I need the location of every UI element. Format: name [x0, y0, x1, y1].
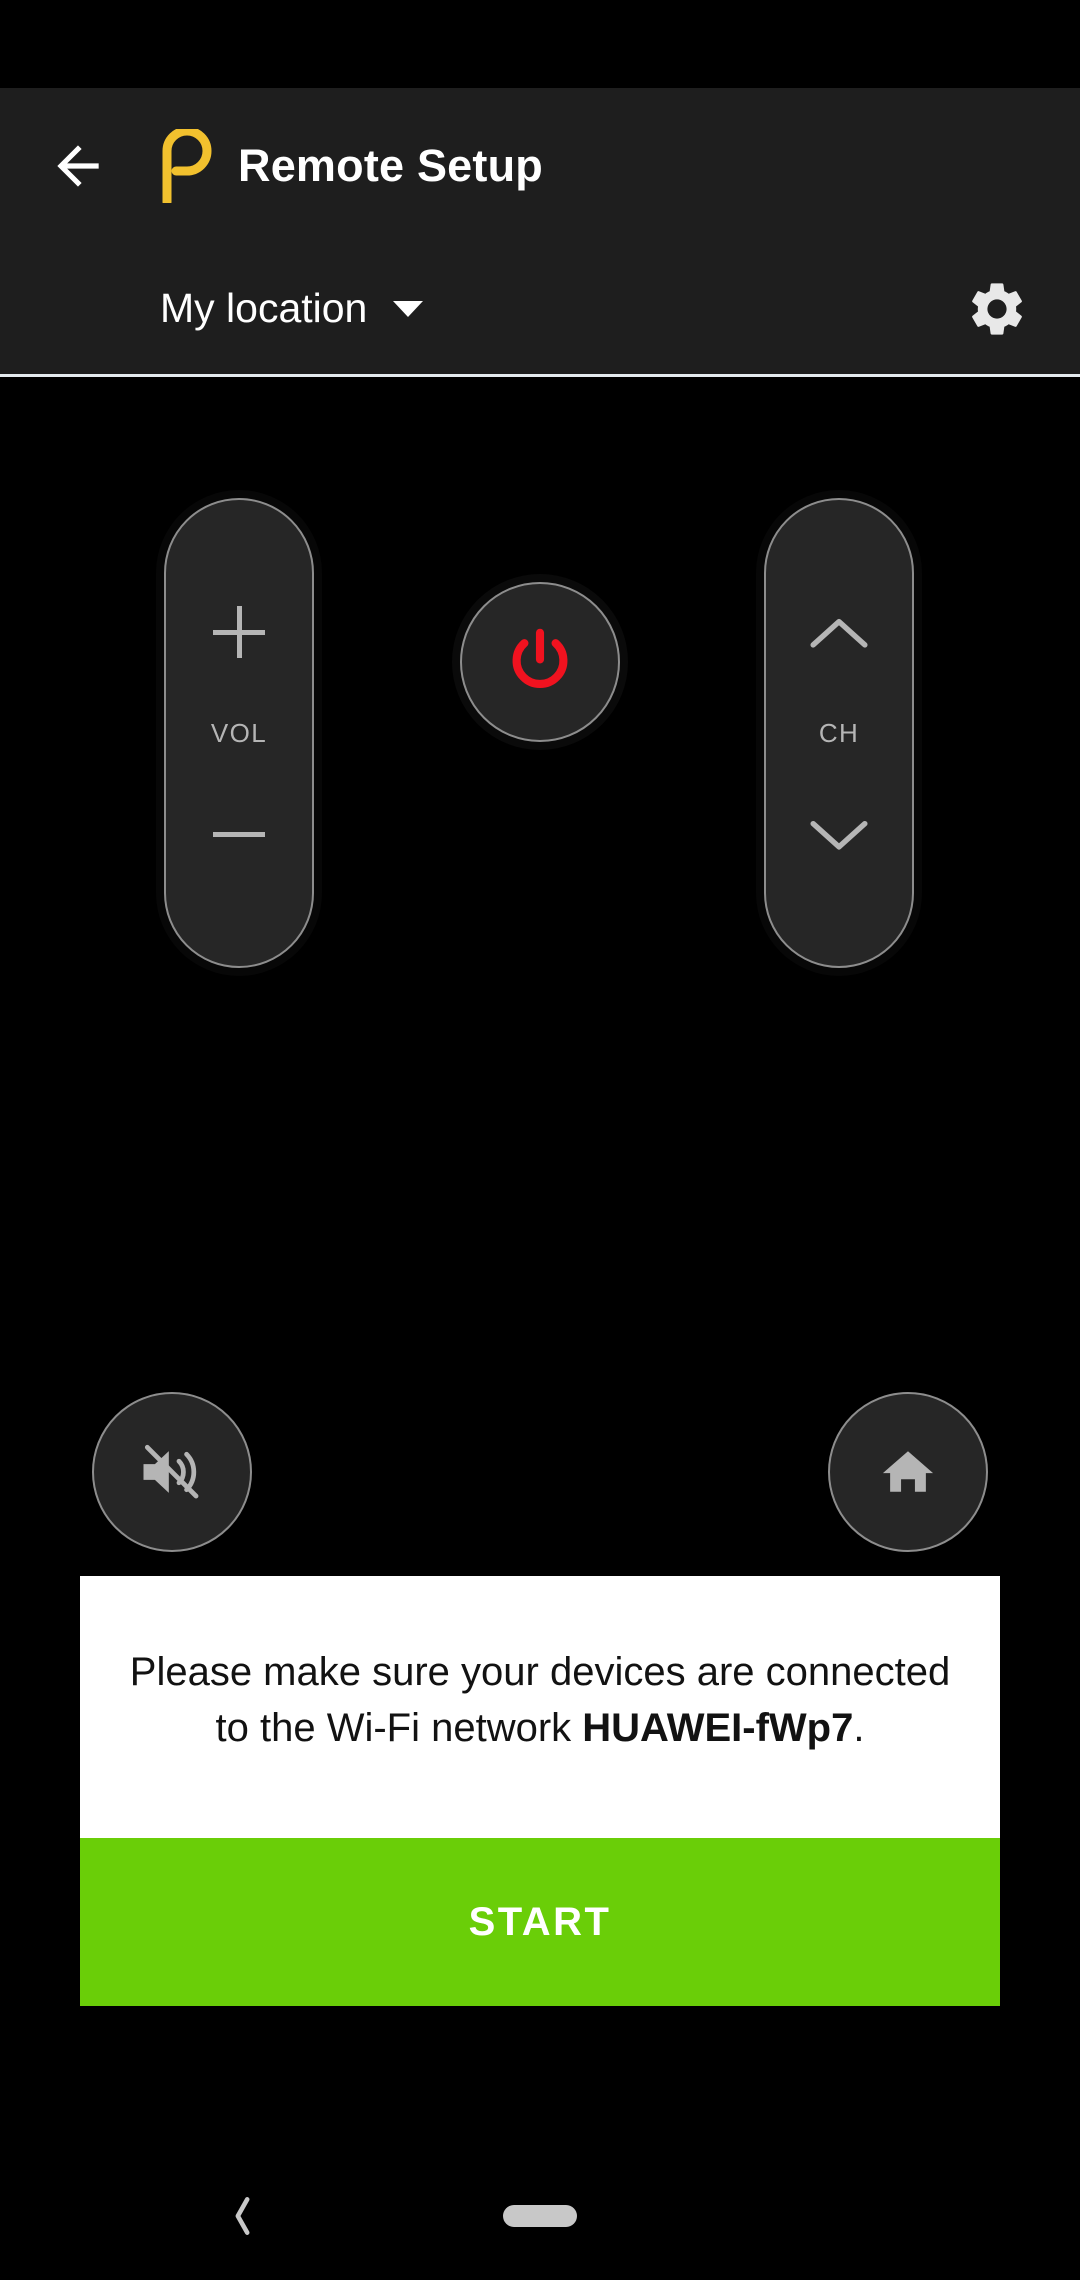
channel-rocker[interactable]: CH	[764, 498, 914, 968]
location-bar: My location	[0, 243, 1080, 377]
setup-message: Please make sure your devices are connec…	[80, 1576, 1000, 1838]
home-button[interactable]	[828, 1392, 988, 1552]
remote-control-area: VOL CH	[0, 380, 1080, 1570]
home-icon	[882, 1451, 934, 1492]
status-bar	[0, 0, 1080, 88]
channel-up-button[interactable]	[766, 546, 912, 718]
mute-button[interactable]	[92, 1392, 252, 1552]
app-bar: Remote Setup	[0, 88, 1080, 243]
chevron-left-icon	[235, 2197, 250, 2235]
arrow-left-icon	[57, 144, 99, 187]
app-screen: Remote Setup My location VOL CH Please m…	[0, 0, 1080, 2280]
volume-rocker[interactable]: VOL	[164, 498, 314, 968]
location-selector[interactable]: My location	[160, 285, 424, 332]
chevron-up-icon	[810, 618, 868, 648]
system-nav-bar	[0, 2152, 1080, 2280]
power-icon	[512, 628, 568, 688]
volume-mute-icon	[143, 1444, 199, 1499]
setup-message-suffix: .	[853, 1706, 865, 1750]
volume-up-button[interactable]	[166, 546, 312, 718]
chevron-down-icon	[810, 821, 868, 850]
nav-back-button[interactable]	[212, 2186, 272, 2246]
plus-icon	[213, 605, 265, 658]
peel-p-logo-icon	[158, 128, 216, 203]
caret-down-icon	[393, 300, 424, 317]
home-pill-indicator[interactable]	[503, 2205, 577, 2227]
channel-down-button[interactable]	[766, 749, 912, 921]
volume-label: VOL	[210, 717, 268, 748]
back-button[interactable]	[28, 116, 128, 216]
volume-down-button[interactable]	[166, 749, 312, 921]
channel-label: CH	[818, 717, 860, 748]
wifi-network-name: HUAWEI-fWp7	[582, 1706, 854, 1750]
power-button[interactable]	[460, 582, 620, 742]
setup-dialog-card: Please make sure your devices are connec…	[80, 1576, 1000, 2006]
minus-icon	[213, 808, 265, 860]
start-button[interactable]: START	[80, 1838, 1000, 2006]
page-title: Remote Setup	[238, 139, 543, 191]
gear-icon	[972, 282, 1022, 335]
settings-button[interactable]	[962, 274, 1032, 344]
location-label: My location	[160, 285, 368, 331]
